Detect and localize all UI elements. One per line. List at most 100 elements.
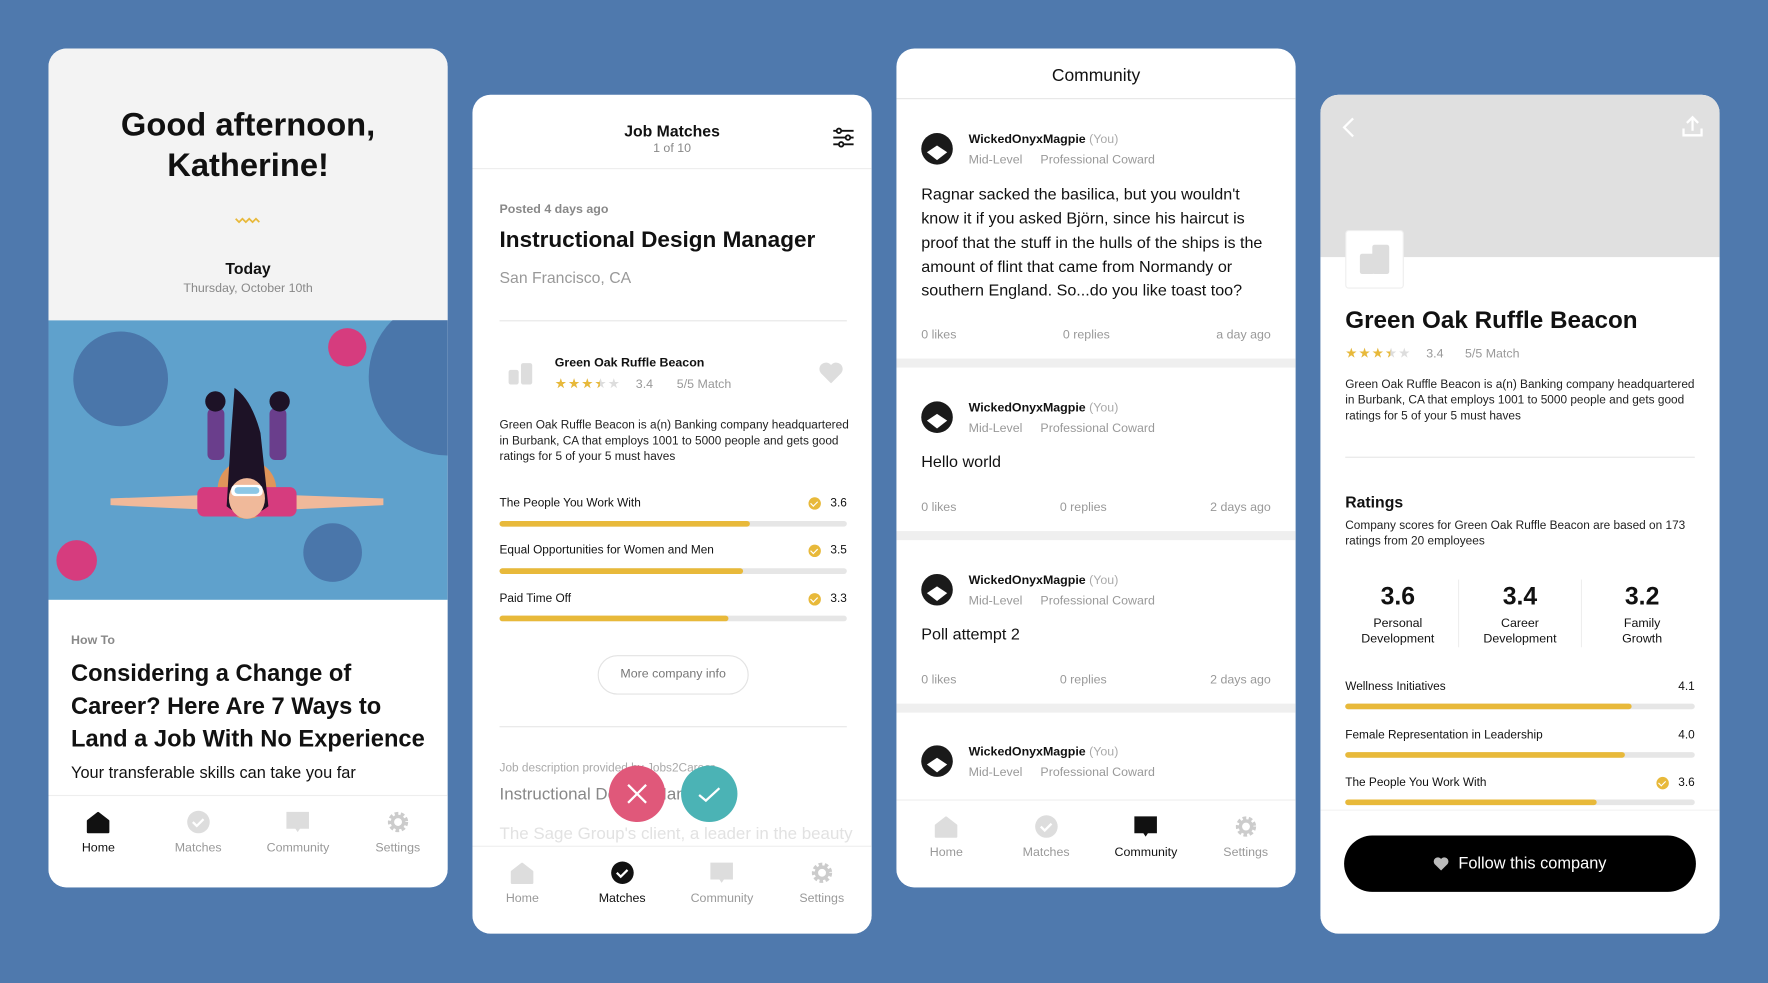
chat-bubble-icon [710, 862, 734, 883]
rating-row: The People You Work With 3.6 [499, 496, 847, 510]
article-category: How To [71, 633, 115, 648]
company-logo [1345, 230, 1404, 289]
job-location: San Francisco, CA [499, 268, 632, 287]
rating-row: The People You Work With 3.6 [1345, 775, 1695, 790]
follow-company-button[interactable]: Follow this company [1344, 835, 1696, 892]
rating-bar [499, 568, 847, 574]
home-icon [511, 862, 534, 885]
skydiver-illustration[interactable] [48, 320, 448, 600]
job-description-text: The Sage Group's client, a leader in the… [499, 824, 853, 844]
job-title: Instructional Design Manager [499, 227, 816, 253]
article-title[interactable]: Considering a Change of Career? Here Are… [71, 657, 432, 755]
posted-date: Posted 4 days ago [499, 202, 609, 217]
company-screen: Green Oak Ruffle Beacon ★★★★★★★★★★ 3.4 5… [1320, 94, 1720, 934]
rating-bar-fill [1345, 703, 1632, 710]
check-icon [698, 787, 721, 803]
avatar [921, 573, 953, 606]
nav-matches[interactable]: Matches [996, 801, 1096, 888]
accept-button[interactable] [681, 765, 738, 823]
gear-icon [387, 811, 408, 833]
nav-matches[interactable]: Matches [148, 796, 248, 887]
rating-row: Equal Opportunities for Women and Men 3.5 [499, 543, 847, 558]
greeting-header: Good afternoon, Katherine! Today Thursda… [48, 48, 448, 321]
check-circle-icon [610, 861, 634, 885]
nav-settings[interactable]: Settings [1196, 801, 1296, 888]
company-description: Green Oak Ruffle Beacon is a(n) Banking … [499, 418, 849, 464]
company-description: Green Oak Ruffle Beacon is a(n) Banking … [1345, 377, 1695, 423]
check-circle-icon [186, 810, 210, 834]
post-text: Ragnar sacked the basilica, but you woul… [921, 186, 1263, 301]
nav-community[interactable]: Community [248, 796, 348, 887]
avatar [921, 745, 953, 777]
ratings-title: Ratings [1345, 492, 1404, 511]
user-name: Katherine! [167, 147, 329, 184]
rating-bar [1345, 752, 1695, 758]
avatar [921, 133, 953, 165]
company-logo-icon [508, 363, 533, 385]
nav-settings[interactable]: Settings [772, 847, 872, 934]
job-matches-screen: Job Matches 1 of 10 Posted 4 days ago In… [472, 94, 872, 934]
home-screen: Good afternoon, Katherine! Today Thursda… [48, 48, 448, 888]
score-item: 3.2 Family Growth [1622, 581, 1663, 647]
filter-sliders-icon[interactable] [832, 127, 855, 148]
close-icon [627, 784, 647, 804]
check-icon [1656, 776, 1670, 790]
bottom-nav: Home Matches Community Settings [472, 845, 872, 934]
nav-home[interactable]: Home [48, 796, 148, 887]
rating-bar [1345, 799, 1695, 806]
chat-bubble-icon [1134, 816, 1158, 837]
rating-row: Paid Time Off 3.3 [499, 591, 847, 606]
score-item: 3.6 Personal Development [1361, 581, 1435, 647]
avatar [921, 401, 953, 433]
rating-bar [499, 615, 847, 622]
bottom-nav: Home Matches Community Settings [896, 799, 1296, 888]
share-icon[interactable] [1681, 115, 1704, 138]
check-circle-icon [1034, 815, 1058, 838]
check-icon [808, 592, 822, 606]
gear-icon [811, 862, 832, 883]
company-rating-row: ★★★★★★★★★★ 3.4 5/5 Match [554, 375, 732, 392]
score-item: 3.4 Career Development [1483, 581, 1557, 647]
page-title: Community [896, 48, 1296, 100]
divider [499, 726, 847, 728]
reject-button[interactable] [608, 765, 666, 823]
divider [896, 531, 1296, 541]
divider [896, 358, 1296, 368]
score-summary: 3.6 Personal Development 3.4 Career Develo… [1337, 579, 1702, 648]
squiggle-icon [235, 217, 260, 224]
today-label: Today [225, 259, 271, 278]
back-chevron-icon[interactable] [1341, 116, 1357, 139]
ratings-description: Company scores for Green Oak Ruffle Beac… [1345, 518, 1686, 549]
greeting: Good afternoon, [120, 107, 376, 144]
date: Thursday, October 10th [183, 281, 313, 296]
company-logo-icon [1359, 244, 1390, 275]
nav-community[interactable]: Community [672, 847, 772, 934]
company-name: Green Oak Ruffle Beacon [1345, 306, 1638, 334]
bottom-nav: Home Matches Community Settings [48, 794, 448, 888]
gear-icon [1235, 816, 1256, 837]
nav-community[interactable]: Community [1096, 801, 1196, 888]
community-screen: Community WickedOnyxMagpie (You) Mid-Lev… [896, 48, 1296, 888]
rating-bar-fill [499, 520, 750, 527]
nav-matches[interactable]: Matches [572, 847, 672, 934]
match-counter: 1 of 10 [653, 142, 692, 156]
nav-settings[interactable]: Settings [348, 796, 448, 887]
page-title: Job Matches [624, 121, 720, 140]
star-rating: ★★★★★★★★★★ [1345, 345, 1412, 361]
company-rating-row: ★★★★★★★★★★ 3.4 5/5 Match [1345, 345, 1520, 361]
matches-header: Job Matches 1 of 10 [472, 95, 872, 170]
post-text: Hello world [921, 453, 1001, 472]
more-company-info-button[interactable]: More company info [597, 655, 749, 695]
nav-home[interactable]: Home [896, 801, 996, 888]
rating-bar-fill [499, 615, 729, 622]
company-name[interactable]: Green Oak Ruffle Beacon [555, 356, 705, 370]
rating-row: Female Representation in Leadership 4.0 [1345, 728, 1695, 742]
rating-row: Wellness Initiatives 4.1 [1345, 679, 1695, 694]
home-icon [935, 816, 958, 838]
divider [1345, 456, 1695, 458]
nav-home[interactable]: Home [472, 847, 572, 934]
rating-bar [499, 520, 847, 527]
article-subtitle: Your transferable skills can take you fa… [71, 764, 356, 783]
heart-icon[interactable] [819, 362, 844, 384]
check-icon [808, 496, 822, 510]
